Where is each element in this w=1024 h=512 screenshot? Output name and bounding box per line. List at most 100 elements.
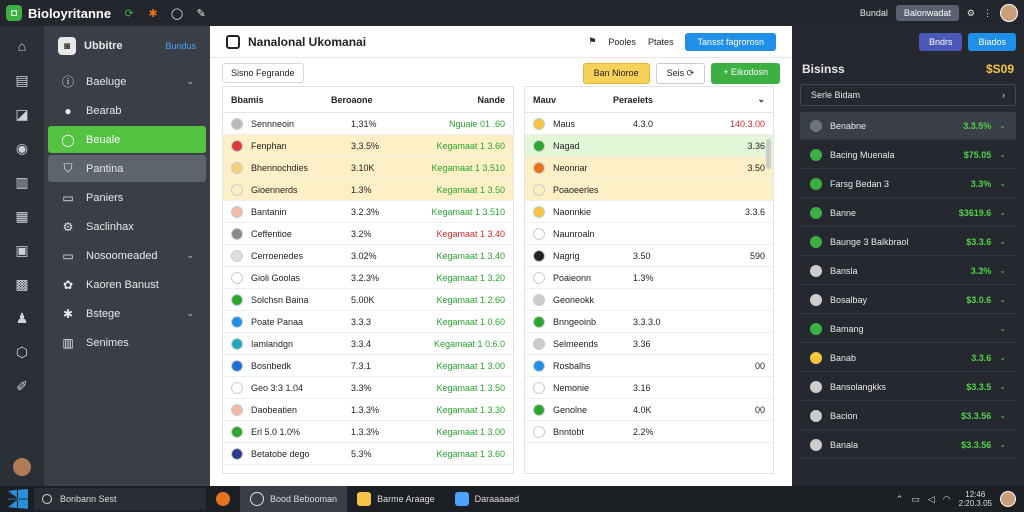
sidebar-item-6[interactable]: ▭ Nosoomeaded ⌄ [48, 242, 206, 269]
chevron-down-icon[interactable]: ⌄ [999, 382, 1006, 391]
inbox-icon[interactable]: ▤ [14, 72, 30, 88]
panel-row[interactable]: Bansla 3.3% ⌄ [800, 257, 1016, 285]
account-pill[interactable]: Balonwadat [895, 5, 959, 21]
primary-button[interactable]: Tansst fagrorosn [685, 32, 776, 51]
edit-icon[interactable]: ✐ [14, 378, 30, 394]
menu-icon[interactable]: ⋮ [983, 8, 992, 19]
white-button[interactable]: Seis ⟳ [655, 62, 706, 84]
column-header[interactable]: Mauv [533, 95, 613, 105]
table-row[interactable]: Bnntobt 2.2% [525, 421, 773, 443]
table-row[interactable]: Daobeatien 1.3.3% Kegamaat 1 3.30 [223, 399, 513, 421]
chevron-down-icon[interactable]: ⌄ [999, 121, 1006, 130]
table-row[interactable]: Bnngeoinb 3.3.3.0 [525, 311, 773, 333]
chevron-down-icon[interactable]: ⌄ [999, 266, 1006, 275]
panel-select[interactable]: Serle Bidam › [800, 84, 1016, 106]
chevron-down-icon[interactable]: ⌄ [999, 295, 1006, 304]
refresh-icon[interactable]: ⟳ [123, 7, 135, 20]
panel-row[interactable]: Farsg Bedan 3 3.3% ⌄ [800, 170, 1016, 198]
table-row[interactable]: Naunroaln [525, 223, 773, 245]
panel-row[interactable]: Banne $3619.6 ⌄ [800, 199, 1016, 227]
chevron-down-icon[interactable]: ⌄ [999, 237, 1006, 246]
chevron-down-icon[interactable]: ⌄ [999, 208, 1006, 217]
arrow-up-icon[interactable]: ⌃ [896, 494, 904, 505]
table-row[interactable]: Poaoeerles [525, 179, 773, 201]
taskbar-task-0[interactable]: Bood Bebooman [240, 486, 348, 512]
shield-icon[interactable]: ⬡ [14, 344, 30, 360]
profile-avatar[interactable] [13, 458, 31, 476]
sidebar-item-3[interactable]: ⛉ Pantina [48, 155, 206, 182]
target-icon[interactable]: ◉ [14, 140, 30, 156]
table-row[interactable]: Geo 3:3 1.04 3.3% Kegamaat 1 3.50 [223, 377, 513, 399]
table-row[interactable]: Nagrig 3.50 590 [525, 245, 773, 267]
image-icon[interactable]: ▩ [14, 276, 30, 292]
sidebar-item-1[interactable]: ● Bearab [48, 97, 206, 124]
notifications-label[interactable]: Bundal [860, 8, 888, 18]
panel-row[interactable]: Banab 3.3.6 ⌄ [800, 344, 1016, 372]
panel-row[interactable]: Bamang ⌄ [800, 315, 1016, 343]
grid-icon[interactable]: ▦ [14, 208, 30, 224]
chevron-down-icon[interactable]: ⌄ [683, 94, 765, 105]
sidebar-item-8[interactable]: ✱ Bstege ⌄ [48, 300, 206, 327]
settings-icon[interactable]: ⚙ [967, 8, 975, 19]
panel-row[interactable]: Benabne 3.3.5% ⌄ [800, 112, 1016, 140]
table-row[interactable]: Erl 5.0 1.0% 1.3.3% Kegamaat 1 3.00 [223, 421, 513, 443]
chevron-down-icon[interactable]: ⌄ [999, 440, 1006, 449]
column-header[interactable]: Bbamis [231, 95, 331, 105]
tools-icon[interactable]: ✎ [195, 7, 207, 20]
table-row[interactable]: Nemonie 3.16 [525, 377, 773, 399]
table-row[interactable]: Nagad 3.36 [525, 135, 773, 157]
panel-row[interactable]: Bacing Muenala $75.05 ⌄ [800, 141, 1016, 169]
indigo-button[interactable]: Bndrs [918, 33, 963, 51]
table-row[interactable]: Poaieonn 1.3% [525, 267, 773, 289]
table-row[interactable]: Bhennochdies 3.10K Kegamaat 1 3.510 [223, 157, 513, 179]
sky-button[interactable]: Biados [968, 33, 1016, 51]
filter-tab[interactable]: Sisno Fegrande [222, 63, 304, 83]
table-row[interactable]: Betatobe dego 5.3% Kegamaat 1 3.60 [223, 443, 513, 465]
table-row[interactable]: Genolne 4.0K 00 [525, 399, 773, 421]
sidebar-item-2[interactable]: ◯ Beuale [48, 126, 206, 153]
taskbar-task-1[interactable]: Barme Araage [347, 486, 445, 512]
table-row[interactable]: Sennneoin 1,31% Nguaie 01 .60 [223, 113, 513, 135]
table-row[interactable]: Maus 4.3.0 140.3.00 [525, 113, 773, 135]
chrome-taskbar-icon[interactable] [206, 486, 240, 512]
panel-row[interactable]: Bosalbay $3.0.6 ⌄ [800, 286, 1016, 314]
chevron-down-icon[interactable]: ⌄ [999, 150, 1006, 159]
sidebar-item-0[interactable]: ⓘ Baeluge ⌄ [48, 68, 206, 95]
table-row[interactable]: Neonnar 3.50 [525, 157, 773, 179]
user-icon[interactable]: ♟ [14, 310, 30, 326]
table-row[interactable]: Fenphan 3,3.5% Kegamaat 1 3.60 [223, 135, 513, 157]
sidebar-link[interactable]: Bundus [165, 41, 196, 51]
table-row[interactable]: Gioennerds 1.3% Kegamaat 1 3.50 [223, 179, 513, 201]
volume-icon[interactable]: ◁ [928, 494, 935, 505]
table-row[interactable]: Solchsn Baina 5.00K Kegamaat 1 2.60 [223, 289, 513, 311]
table-row[interactable]: Iamlandgn 3.3.4 Kegamaat 1 0.6.0 [223, 333, 513, 355]
panel-row[interactable]: Bacion $3.3.56 ⌄ [800, 402, 1016, 430]
column-header[interactable]: Beroaone [331, 95, 401, 105]
bookmark-icon[interactable]: ✱ [147, 7, 159, 20]
window-icon[interactable]: ▣ [14, 242, 30, 258]
header-link-2[interactable]: Ptates [648, 37, 674, 47]
search-icon[interactable]: ◯ [171, 7, 183, 20]
sidebar-item-7[interactable]: ✿ Kaoren Banust [48, 271, 206, 298]
table-row[interactable]: Gioli Goolas 3.2.3% Kegamaat 1 3.20 [223, 267, 513, 289]
table-row[interactable]: Naonnkie 3.3.6 [525, 201, 773, 223]
panel-row[interactable]: Banala $3.3.56 ⌄ [800, 431, 1016, 459]
chevron-down-icon[interactable]: ⌄ [999, 179, 1006, 188]
column-header[interactable]: Nande [401, 95, 505, 105]
chevron-down-icon[interactable]: ⌄ [186, 250, 194, 261]
panel-row[interactable]: Baunge 3 Balkbraol $3.3.6 ⌄ [800, 228, 1016, 256]
home-icon[interactable]: ⌂ [14, 38, 30, 54]
table-row[interactable]: Bosnbedk 7.3.1 Kegamaat 1 3.00 [223, 355, 513, 377]
pin-icon[interactable]: ⚑ [588, 36, 596, 47]
windows-start-icon[interactable] [8, 489, 28, 509]
user-avatar[interactable] [1000, 4, 1018, 22]
sidebar-item-9[interactable]: ▥ Senimes [48, 329, 206, 356]
taskbar-avatar[interactable] [1000, 491, 1016, 507]
sidebar-item-5[interactable]: ⚙ Saclinhax [48, 213, 206, 240]
battery-icon[interactable]: ▭ [911, 494, 920, 505]
clock[interactable]: 12:46 2:20.3.05 [959, 490, 992, 508]
chart-icon[interactable]: ◪ [14, 106, 30, 122]
wifi-icon[interactable]: ◠ [943, 494, 951, 505]
taskbar-search[interactable]: Bonbann Sest [34, 488, 206, 510]
table-row[interactable]: Geoneokk [525, 289, 773, 311]
